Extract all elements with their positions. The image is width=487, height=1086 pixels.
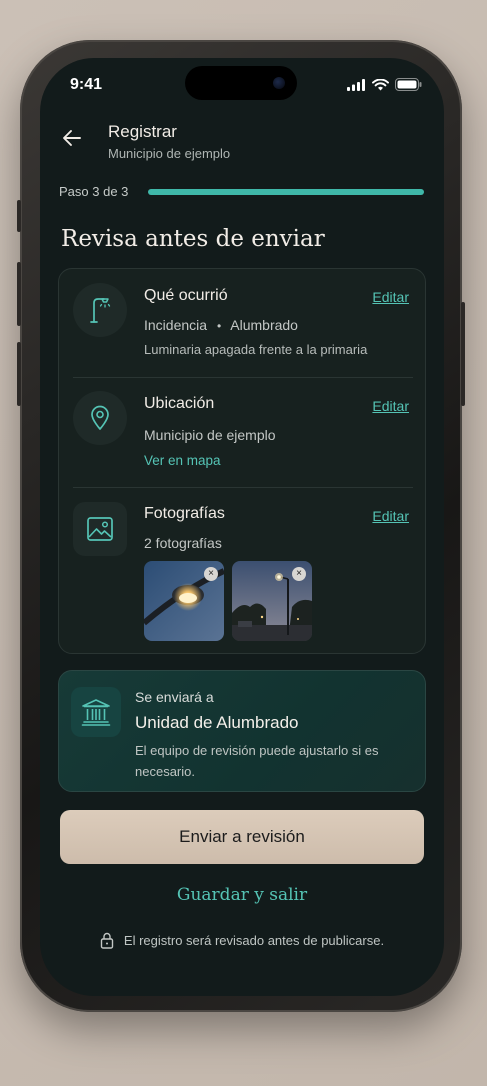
review-card: Qué ocurrió Editar Incidencia • Alumbrad… [58, 268, 426, 654]
camera-icon [273, 77, 285, 89]
view-map-link[interactable]: Ver en mapa [144, 453, 221, 468]
photo-thumbnail[interactable]: × [232, 561, 312, 641]
app-header: Registrar Municipio de ejemplo [40, 114, 444, 174]
status-time: 9:41 [70, 76, 103, 93]
what-category: Incidencia [144, 317, 208, 333]
what-title: Qué ocurrió [144, 287, 228, 304]
battery-icon [395, 78, 422, 91]
location-place: Municipio de ejemplo [144, 427, 276, 443]
edit-location-link[interactable]: Editar [372, 398, 409, 414]
location-title: Ubicación [144, 395, 215, 412]
step-label: Paso 3 de 3 [59, 184, 129, 199]
what-description: Luminaria apagada frente a la primaria [144, 342, 368, 357]
what-subcategory: Alumbrado [230, 317, 298, 333]
edit-what-link[interactable]: Editar [372, 289, 409, 305]
destination-label: Se enviará a [135, 689, 214, 705]
dynamic-island [185, 66, 297, 100]
location-pin-icon [73, 391, 127, 445]
destination-unit: Unidad de Alumbrado [135, 713, 299, 732]
destination-description: El equipo de revisión puede ajustarlo si… [135, 743, 379, 779]
submit-for-review-button[interactable]: Enviar a revisión [60, 810, 424, 864]
screen: 9:41 Registrar Municipio de ejemplo Paso… [40, 58, 444, 996]
review-section-photos: Fotografías Editar 2 fotografías × × [59, 488, 425, 654]
what-category-line: Incidencia • Alumbrado [144, 317, 298, 333]
action-button [17, 200, 21, 232]
photos-title: Fotografías [144, 505, 225, 522]
progress-bar [148, 189, 424, 195]
signal-icon [347, 78, 365, 91]
phone-frame: 9:41 Registrar Municipio de ejemplo Paso… [17, 40, 465, 1012]
photo-thumbnail[interactable]: × [144, 561, 224, 641]
image-icon [73, 502, 127, 556]
footer-note-text: El registro será revisado antes de publi… [123, 933, 385, 948]
progress-fill [148, 189, 424, 195]
status-icons [347, 78, 422, 91]
streetlight-icon [73, 283, 127, 337]
volume-down-button [17, 342, 21, 406]
status-bar: 9:41 [40, 58, 444, 108]
wifi-icon [372, 78, 389, 90]
review-section-location: Ubicación Editar Municipio de ejemplo Ve… [59, 378, 425, 488]
remove-photo-icon[interactable]: × [292, 567, 306, 581]
header-subtitle: Municipio de ejemplo [108, 146, 231, 161]
what-separator: • [216, 319, 222, 333]
header-title: Registrar [108, 122, 177, 141]
page-title: Revisa antes de enviar [61, 226, 325, 252]
volume-up-button [17, 262, 21, 326]
photos-count: 2 fotografías [144, 535, 222, 551]
power-button [461, 302, 465, 406]
back-arrow-icon[interactable] [60, 126, 84, 150]
institution-icon [71, 687, 121, 737]
footer-note: El registro será revisado antes de publi… [40, 932, 444, 949]
review-section-what: Qué ocurrió Editar Incidencia • Alumbrad… [59, 269, 425, 377]
destination-card: Se enviará a Unidad de Alumbrado El equi… [58, 670, 426, 792]
edit-photos-link[interactable]: Editar [372, 508, 409, 524]
lock-icon [100, 932, 114, 949]
save-and-exit-button[interactable]: Guardar y salir [40, 880, 444, 910]
remove-photo-icon[interactable]: × [204, 567, 218, 581]
